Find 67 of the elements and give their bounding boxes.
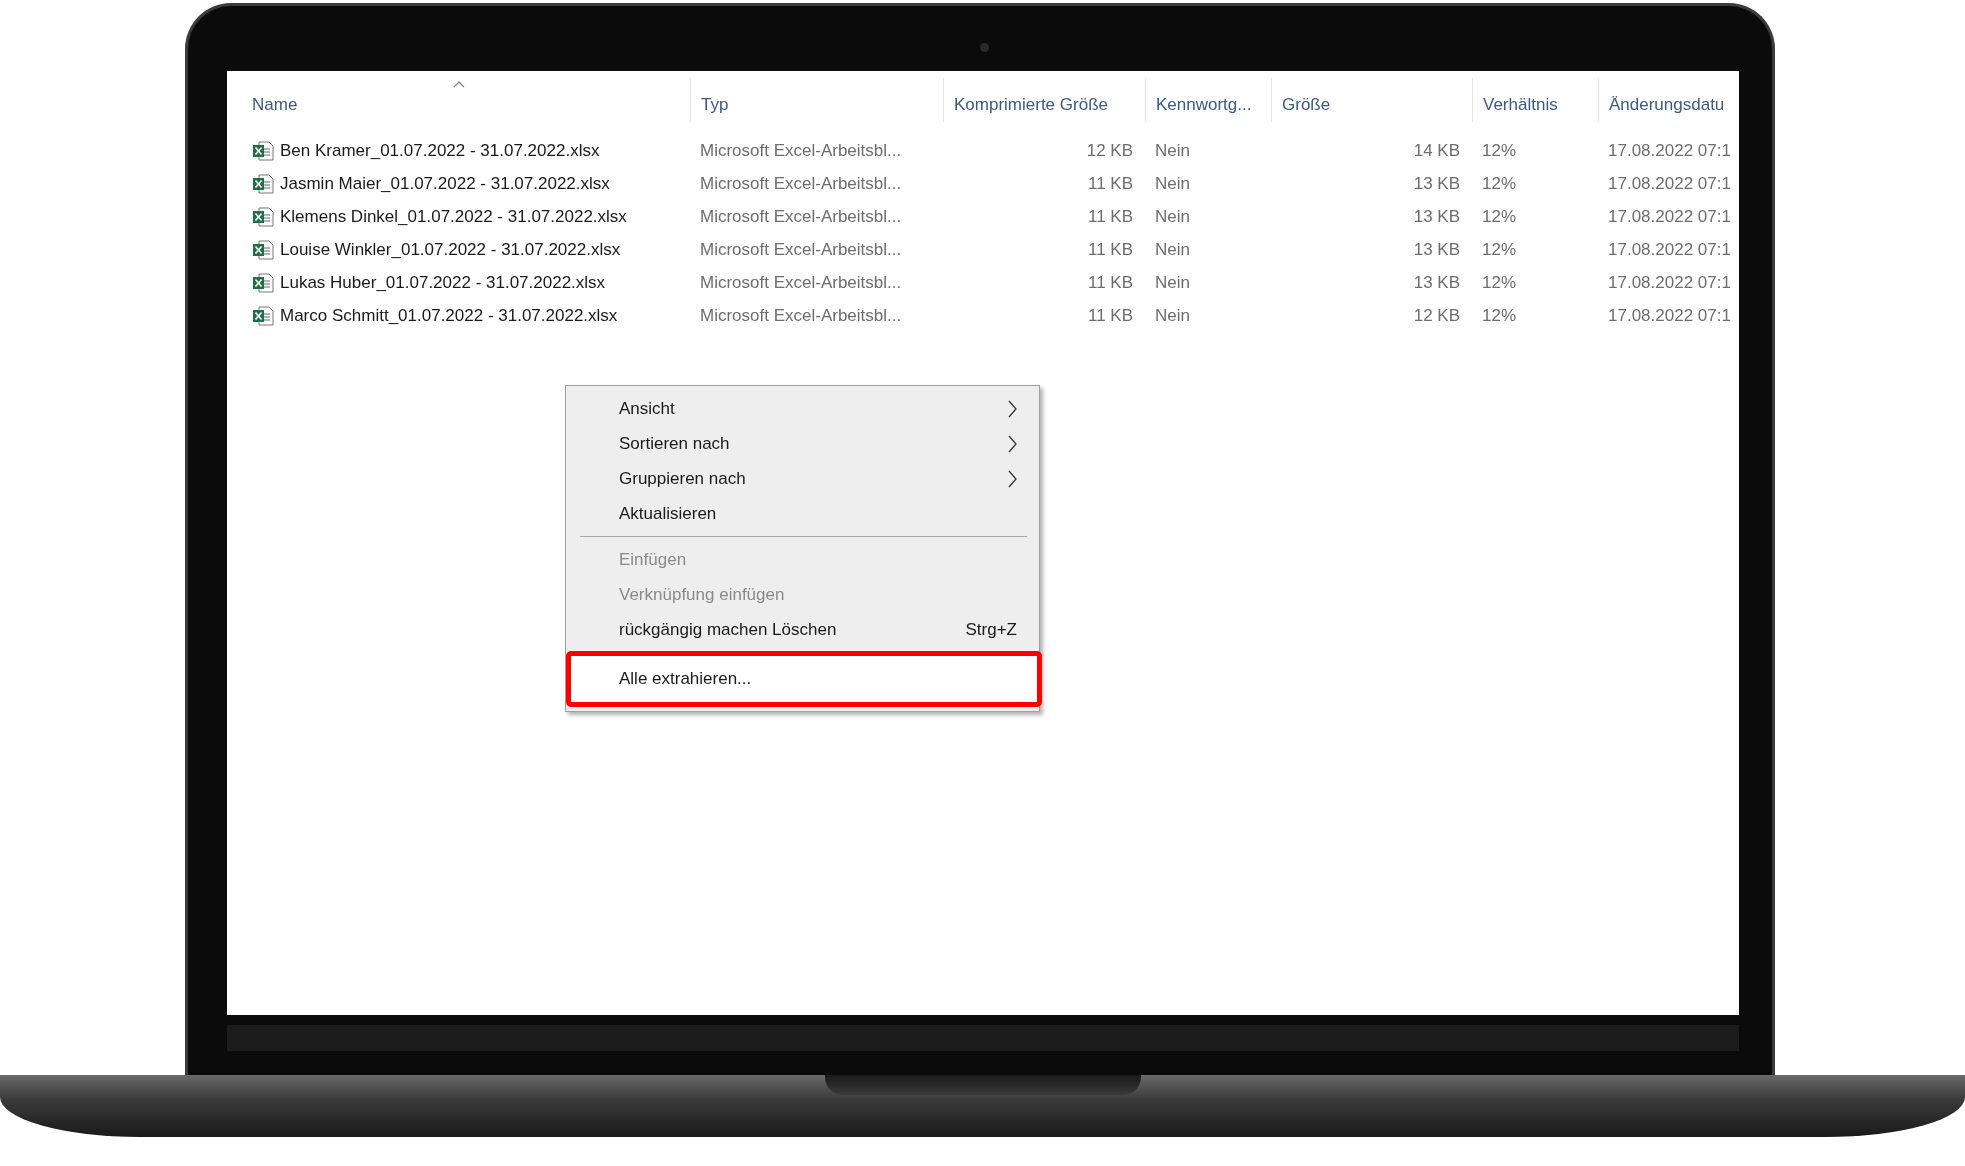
table-cell: 12%: [1482, 272, 1517, 293]
table-cell: 13 KB: [1413, 173, 1460, 194]
table-cell: 17.08.2022 07:1: [1608, 140, 1731, 161]
table-cell: Nein: [1155, 239, 1190, 260]
table-cell: 12%: [1482, 206, 1517, 227]
shortcut-label: Strg+Z: [965, 619, 1017, 640]
table-cell: 11 KB: [1087, 272, 1133, 293]
file-name[interactable]: Marco Schmitt_01.07.2022 - 31.07.2022.xlsx: [280, 305, 618, 326]
file-name[interactable]: Louise Winkler_01.07.2022 - 31.07.2022.xlsx: [280, 239, 621, 260]
table-cell: 13 KB: [1413, 272, 1460, 293]
table-cell: Microsoft Excel-Arbeitsbl...: [700, 305, 902, 326]
menu-item[interactable]: Sortieren nach: [566, 426, 1039, 461]
column-header[interactable]: Größe: [1271, 78, 1472, 122]
table-cell: 12 KB: [1086, 140, 1133, 161]
column-header[interactable]: Änderungsdatu: [1598, 78, 1739, 122]
table-cell: 12%: [1482, 239, 1517, 260]
spreadsheet-file-icon: [252, 305, 274, 326]
file-name[interactable]: Jasmin Maier_01.07.2022 - 31.07.2022.xlsx: [280, 173, 610, 194]
menu-item[interactable]: Alle extrahieren...: [566, 651, 1042, 707]
table-cell: Nein: [1155, 140, 1190, 161]
table-cell: 13 KB: [1413, 206, 1460, 227]
table-cell: 11 KB: [1087, 239, 1133, 260]
file-name[interactable]: Lukas Huber_01.07.2022 - 31.07.2022.xlsx: [280, 272, 606, 293]
file-name[interactable]: Ben Kramer_01.07.2022 - 31.07.2022.xlsx: [280, 140, 600, 161]
table-cell: 12%: [1482, 173, 1517, 194]
table-cell: Microsoft Excel-Arbeitsbl...: [700, 272, 902, 293]
table-cell: 14 KB: [1413, 140, 1460, 161]
table-cell: 11 KB: [1087, 305, 1133, 326]
column-header[interactable]: Verhältnis: [1472, 78, 1598, 122]
table-cell: Microsoft Excel-Arbeitsbl...: [700, 173, 902, 194]
menu-item[interactable]: Aktualisieren: [566, 496, 1039, 531]
file-name[interactable]: Klemens Dinkel_01.07.2022 - 31.07.2022.xlsx: [280, 206, 627, 227]
table-cell: 17.08.2022 07:1: [1608, 173, 1731, 194]
spreadsheet-file-icon: [252, 173, 274, 194]
table-cell: 17.08.2022 07:1: [1608, 206, 1731, 227]
table-cell: Nein: [1155, 173, 1190, 194]
table-cell: Nein: [1155, 272, 1190, 293]
chevron-right-icon: [1008, 399, 1017, 418]
table-cell: 17.08.2022 07:1: [1608, 239, 1731, 260]
table-cell: 12%: [1482, 140, 1517, 161]
column-header[interactable]: Typ: [690, 78, 943, 122]
table-cell: 11 KB: [1087, 173, 1133, 194]
spreadsheet-file-icon: [252, 140, 274, 161]
column-header[interactable]: Komprimierte Größe: [943, 78, 1145, 122]
table-cell: 17.08.2022 07:1: [1608, 305, 1731, 326]
table-cell: 12 KB: [1413, 305, 1460, 326]
table-cell: 12%: [1482, 305, 1517, 326]
chevron-right-icon: [1008, 434, 1017, 453]
table-cell: 13 KB: [1413, 239, 1460, 260]
table-cell: 11 KB: [1087, 206, 1133, 227]
sort-caret-icon: [452, 81, 465, 88]
table-cell: Microsoft Excel-Arbeitsbl...: [700, 239, 902, 260]
table-cell: 17.08.2022 07:1: [1608, 272, 1731, 293]
menu-item[interactable]: Ansicht: [566, 391, 1039, 426]
spreadsheet-file-icon: [252, 272, 274, 293]
column-header[interactable]: Kennwortg...: [1145, 78, 1271, 122]
column-header[interactable]: Name: [227, 78, 690, 122]
spreadsheet-file-icon: [252, 239, 274, 260]
spreadsheet-file-icon: [252, 206, 274, 227]
menu-item[interactable]: Gruppieren nach: [566, 461, 1039, 496]
menu-item[interactable]: rückgängig machen Löschen Strg+Z: [566, 612, 1039, 647]
table-cell: Microsoft Excel-Arbeitsbl...: [700, 206, 902, 227]
table-cell: Microsoft Excel-Arbeitsbl...: [700, 140, 902, 161]
table-cell: Nein: [1155, 305, 1190, 326]
camera-icon: [980, 43, 989, 52]
chevron-right-icon: [1008, 469, 1017, 488]
table-cell: Nein: [1155, 206, 1190, 227]
